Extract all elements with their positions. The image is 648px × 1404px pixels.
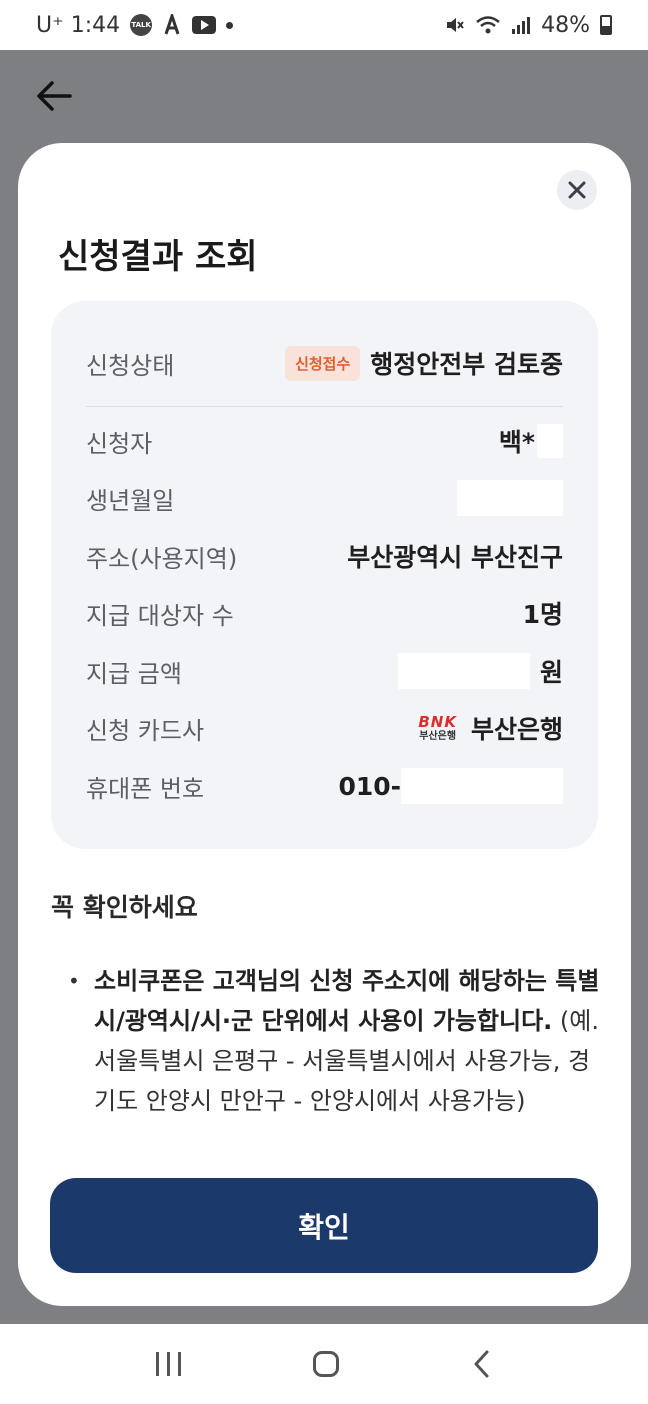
mute-icon [447,18,464,32]
result-modal: 신청결과 조회 신청상태 신청접수 행정안전부 검토중 신청자 백* 생년월일 [18,143,631,1306]
row-status: 신청상태 신청접수 행정안전부 검토중 [86,343,563,383]
divider [86,406,563,407]
recipients-value: 1명 [522,600,563,629]
redaction-mask [401,768,563,804]
signal-icon [512,17,531,34]
row-amount: 지급 금액 원 [86,651,563,691]
close-icon [568,181,586,199]
applicant-label: 신청자 [86,429,153,458]
notice-body: • 소비쿠폰은 고객님의 신청 주소지에 해당하는 특별시/광역시/시·군 단위… [68,961,608,1121]
confirm-button[interactable]: 확인 [50,1178,598,1273]
app-notification-icon [164,14,180,35]
carrier-time: U⁺ 1:44 [36,12,121,38]
applicant-value-group: 백* [499,423,563,459]
phone-value: 010- [338,771,401,801]
amount-label: 지급 금액 [86,659,182,688]
battery-percent: 48% [541,12,590,38]
notice-bold-text: 소비쿠폰은 고객님의 신청 주소지에 해당하는 특별시/광역시/시·군 단위에서… [94,967,600,1035]
modal-title: 신청결과 조회 [58,237,258,277]
back-arrow-icon[interactable] [34,78,74,114]
card-company-label: 신청 카드사 [86,716,205,745]
applicant-value: 백* [498,428,535,457]
notice-title: 꼭 확인하세요 [51,893,198,922]
row-recipients: 지급 대상자 수 1명 [86,593,563,633]
address-value: 부산광역시 부산진구 [347,543,563,572]
bnk-logo-subtext: 부산은행 [419,730,457,742]
status-bar: U⁺ 1:44 TALK 48% [0,0,648,50]
address-label: 주소(사용지역) [86,544,238,573]
phone-label: 휴대폰 번호 [86,774,205,803]
talk-icon: TALK [130,14,153,36]
status-value: 행정안전부 검토중 [370,350,563,379]
row-address: 주소(사용지역) 부산광역시 부산진구 [86,536,563,576]
phone-value-group: 010- [338,768,563,804]
row-card-company: 신청 카드사 BNK 부산은행 부산은행 [86,708,563,748]
redaction-mask [537,424,563,458]
more-notifications-icon [226,21,234,29]
birthdate-label: 생년월일 [86,486,175,515]
birthdate-value-group [447,480,563,516]
status-left: U⁺ 1:44 TALK [36,12,234,38]
status-badge: 신청접수 [285,345,361,381]
system-nav-bar [0,1324,648,1404]
recent-apps-icon[interactable] [156,1352,182,1376]
application-info-card: 신청상태 신청접수 행정안전부 검토중 신청자 백* 생년월일 주소(사용지역)… [51,301,598,849]
amount-value-group: 원 [397,653,563,689]
wifi-icon [476,16,500,34]
home-icon[interactable] [313,1351,340,1377]
row-phone: 휴대폰 번호 010- [86,766,563,806]
redaction-mask [397,653,530,689]
card-company-value-group: BNK 부산은행 부산은행 [418,710,563,746]
battery-icon [600,15,612,35]
close-button[interactable] [557,170,597,210]
youtube-icon [192,16,217,34]
status-right: 48% [445,13,612,38]
recipients-label: 지급 대상자 수 [86,601,234,630]
notice-text: 소비쿠폰은 고객님의 신청 주소지에 해당하는 특별시/광역시/시·군 단위에서… [94,961,608,1121]
card-company-value: 부산은행 [470,715,563,744]
redaction-mask [457,480,563,516]
status-label: 신청상태 [86,351,175,380]
bnk-logo: BNK 부산은행 [418,712,457,742]
amount-unit: 원 [539,658,563,687]
bnk-logo-text: BNK [418,712,457,731]
row-applicant: 신청자 백* [86,421,563,461]
bullet-dot: • [68,969,80,993]
status-value-group: 신청접수 행정안전부 검토중 [285,345,563,381]
nav-back-icon[interactable] [472,1349,492,1379]
row-birthdate: 생년월일 [86,478,563,518]
